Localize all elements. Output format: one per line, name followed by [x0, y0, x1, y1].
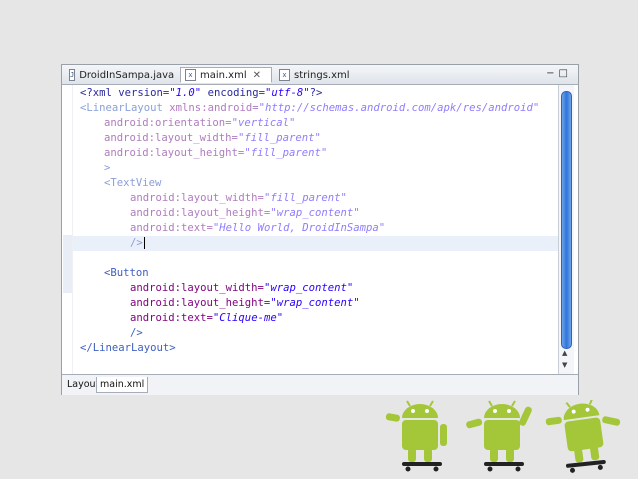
scrollbar-thumb[interactable] — [561, 91, 572, 349]
code-line-18: </LinearLayout> — [80, 342, 176, 354]
android-robot-icon — [545, 400, 621, 463]
code-line-17: /> — [130, 327, 143, 339]
skateboard-icon — [402, 462, 442, 472]
code-editor[interactable]: <?xml version="1.0" encoding="utf-8"?> <… — [62, 85, 558, 374]
android-robot-icon — [466, 400, 532, 462]
code-line-6: > — [104, 162, 111, 174]
tab-label: main.xml — [200, 69, 247, 81]
code-line-10: android:text="Hello World, DroidInSampa" — [130, 222, 386, 234]
code-line-8: android:layout_width="fill_parent" — [130, 192, 347, 204]
code-line-4: android:layout_width="fill_parent" — [104, 132, 321, 144]
code-line-15: android:layout_height="wrap_content" — [130, 297, 360, 309]
editor-window: J DroidInSampa.java x main.xml ✕ x strin… — [61, 64, 579, 395]
tab-main-xml-source[interactable]: main.xml — [96, 377, 149, 393]
scroll-up-icon[interactable]: ▲ — [562, 349, 567, 357]
code-line-11: /> — [130, 237, 145, 249]
tab-strings-xml[interactable]: x strings.xml — [274, 67, 366, 83]
scroll-down-icon[interactable]: ▼ — [562, 361, 567, 369]
window-controls: −□ — [546, 68, 572, 79]
code-line-5: android:layout_height="fill_parent" — [104, 147, 328, 159]
android-robot-icon — [385, 400, 447, 462]
editor-tab-bar: J DroidInSampa.java x main.xml ✕ x strin… — [62, 65, 578, 85]
current-line-highlight — [73, 236, 558, 251]
editor-gutter — [62, 85, 73, 374]
vertical-scrollbar[interactable]: ▲ ▼ — [558, 85, 574, 374]
close-icon[interactable]: ✕ — [253, 70, 261, 81]
tab-main-xml[interactable]: x main.xml ✕ — [180, 67, 272, 83]
minimize-icon[interactable]: − — [546, 68, 558, 79]
maximize-icon[interactable]: □ — [559, 68, 572, 79]
tab-droidinsampa-java[interactable]: J DroidInSampa.java — [64, 67, 176, 83]
code-line-2: <LinearLayout xmlns:android="http://sche… — [80, 102, 540, 114]
code-line-1: <?xml version="1.0" encoding="utf-8"?> — [80, 87, 323, 99]
code-line-7: <TextView — [104, 177, 162, 189]
code-line-13: <Button — [104, 267, 149, 279]
code-line-16: android:text="Clique-me" — [130, 312, 284, 324]
fold-marker — [63, 235, 72, 293]
skateboard-icon — [565, 460, 606, 473]
editor-bottom-tabs: Layout main.xml — [62, 374, 578, 395]
code-line-9: android:layout_height="wrap_content" — [130, 207, 360, 219]
java-file-icon: J — [69, 69, 76, 81]
code-line-14: android:layout_width="wrap_content" — [130, 282, 354, 294]
skateboarding-androids-illustration — [385, 400, 621, 473]
skateboard-icon — [484, 462, 524, 472]
xml-file-icon: x — [279, 69, 290, 81]
tab-label: DroidInSampa.java — [79, 69, 175, 81]
xml-file-icon: x — [185, 69, 196, 81]
code-line-3: android:orientation="vertical" — [104, 117, 296, 129]
tab-label: strings.xml — [294, 69, 350, 81]
